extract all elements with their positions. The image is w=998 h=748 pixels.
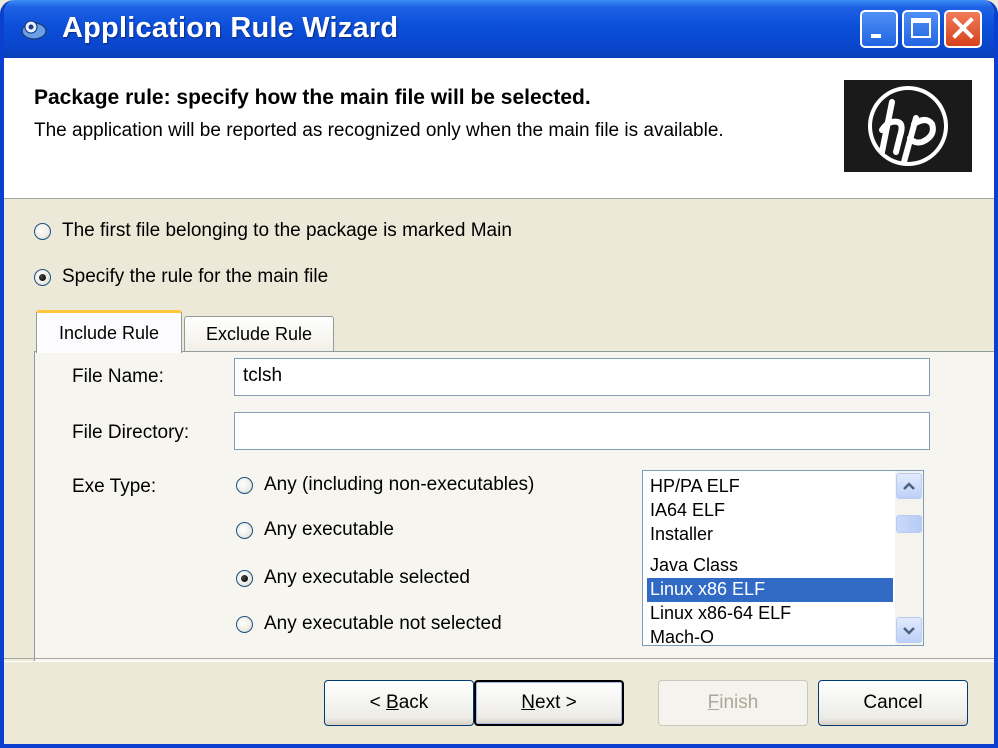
list-item-selected[interactable]: Linux x86 ELF xyxy=(647,578,893,602)
chevron-down-icon xyxy=(903,627,915,635)
file-directory-label: File Directory: xyxy=(72,422,190,443)
tab-include-rule[interactable]: Include Rule xyxy=(36,310,182,353)
scroll-thumb[interactable] xyxy=(896,515,922,533)
back-label-post: ack xyxy=(398,692,429,713)
radio-exe-selected[interactable] xyxy=(236,569,253,587)
close-button[interactable] xyxy=(944,10,982,48)
listbox-scrollbar[interactable] xyxy=(895,471,923,645)
radio-specify-rule[interactable] xyxy=(34,268,51,286)
tab-exclude-rule[interactable]: Exclude Rule xyxy=(184,316,334,352)
close-icon xyxy=(952,17,974,39)
back-label-pre: < xyxy=(369,692,387,713)
radio-exe-any[interactable] xyxy=(236,476,253,494)
minimize-icon xyxy=(871,34,881,38)
list-item[interactable]: HP/PA ELF xyxy=(647,475,893,499)
back-button[interactable]: < Back xyxy=(324,680,474,726)
next-label-key: N xyxy=(521,692,535,713)
exe-option-selected-label: Any executable selected xyxy=(264,567,470,588)
header-title: Package rule: specify how the main file … xyxy=(34,86,591,109)
next-button[interactable]: Next > xyxy=(474,680,624,726)
hp-logo xyxy=(844,80,972,172)
cancel-button[interactable]: Cancel xyxy=(818,680,968,726)
maximize-icon xyxy=(911,18,931,38)
list-item[interactable]: IA64 ELF xyxy=(647,499,893,523)
minimize-button[interactable] xyxy=(860,10,898,48)
wizard-window: Application Rule Wizard Package rule: sp… xyxy=(0,0,998,748)
option-first-file[interactable]: The first file belonging to the package … xyxy=(34,220,512,242)
exe-type-listbox[interactable]: HP/PA ELF IA64 ELF Installer Java Class … xyxy=(642,470,924,646)
list-item[interactable]: Java Class xyxy=(647,554,893,578)
chevron-up-icon xyxy=(903,482,915,490)
exe-option-any-label: Any (including non-executables) xyxy=(264,474,535,495)
list-item[interactable]: Mach-O xyxy=(647,626,893,645)
app-icon xyxy=(21,20,47,40)
option-specify-rule-label: Specify the rule for the main file xyxy=(62,266,329,287)
finish-button[interactable]: Finish xyxy=(658,680,808,726)
next-label-post: ext > xyxy=(535,692,577,713)
title-bar[interactable]: Application Rule Wizard xyxy=(4,0,994,58)
back-label-key: B xyxy=(386,692,399,713)
list-item[interactable]: Linux x86-64 ELF xyxy=(647,602,893,626)
file-name-label: File Name: xyxy=(72,366,164,387)
exe-option-any[interactable]: Any (including non-executables) xyxy=(236,474,534,496)
finish-label-post: inish xyxy=(719,692,759,713)
option-first-file-label: The first file belonging to the package … xyxy=(62,220,512,241)
list-item[interactable]: Installer xyxy=(647,523,893,547)
radio-first-file[interactable] xyxy=(34,222,51,240)
exe-type-label: Exe Type: xyxy=(72,476,157,497)
radio-exe-not-selected[interactable] xyxy=(236,615,253,633)
file-name-input[interactable]: tclsh xyxy=(234,358,930,396)
exe-option-any-executable[interactable]: Any executable xyxy=(236,519,394,541)
exe-option-selected[interactable]: Any executable selected xyxy=(236,567,470,589)
option-specify-rule[interactable]: Specify the rule for the main file xyxy=(34,266,328,288)
finish-label-key: F xyxy=(707,692,720,713)
footer-divider xyxy=(4,658,994,662)
file-directory-input[interactable] xyxy=(234,412,930,450)
window-title: Application Rule Wizard xyxy=(62,12,399,44)
exe-option-not-selected[interactable]: Any executable not selected xyxy=(236,613,502,635)
maximize-button[interactable] xyxy=(902,10,940,48)
exe-option-any-executable-label: Any executable xyxy=(264,519,394,540)
radio-exe-any-executable[interactable] xyxy=(236,521,253,539)
scroll-down-button[interactable] xyxy=(896,617,922,643)
scroll-up-button[interactable] xyxy=(896,473,922,499)
wizard-header: Package rule: specify how the main file … xyxy=(4,58,994,199)
exe-option-not-selected-label: Any executable not selected xyxy=(264,613,502,634)
header-subtitle: The application will be reported as reco… xyxy=(34,120,724,141)
